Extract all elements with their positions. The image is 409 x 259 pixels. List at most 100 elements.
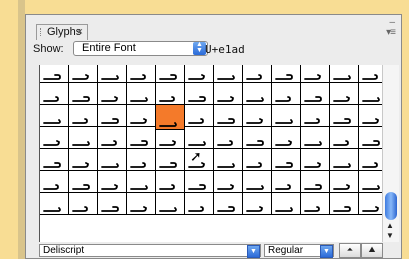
- glyph-cell[interactable]: [156, 171, 185, 193]
- glyph-cell[interactable]: [330, 127, 359, 149]
- scroll-down-arrow-icon[interactable]: ▼: [386, 231, 394, 240]
- glyph-cell[interactable]: [127, 193, 156, 215]
- glyph-cell[interactable]: [69, 193, 98, 215]
- glyph-cell[interactable]: [214, 105, 243, 127]
- glyph-cell[interactable]: [214, 65, 243, 83]
- glyph-cell[interactable]: [272, 105, 301, 127]
- vertical-scrollbar[interactable]: ▲ ▼: [382, 65, 399, 242]
- glyph-cell[interactable]: [185, 83, 214, 105]
- glyph-grid[interactable]: [39, 65, 382, 242]
- glyph-cell[interactable]: [40, 171, 69, 193]
- glyph-cell[interactable]: [301, 105, 330, 127]
- glyph-cell[interactable]: [243, 83, 272, 105]
- glyph-cell[interactable]: [301, 193, 330, 215]
- glyph-cell[interactable]: [40, 127, 69, 149]
- zoom-out-button[interactable]: ⏶: [339, 243, 361, 258]
- show-dropdown[interactable]: Entire Font ▲ ▼: [73, 41, 208, 56]
- glyph-cell[interactable]: [301, 171, 330, 193]
- glyph-swash-icon: [333, 118, 351, 124]
- glyph-cell[interactable]: [40, 193, 69, 215]
- glyph-cell[interactable]: [127, 105, 156, 127]
- glyph-cell[interactable]: [69, 105, 98, 127]
- glyph-cell[interactable]: [69, 65, 98, 83]
- glyph-cell[interactable]: [69, 127, 98, 149]
- font-style-dropdown[interactable]: Regular ▼: [264, 244, 334, 258]
- glyph-cell[interactable]: [40, 149, 69, 171]
- glyph-cell[interactable]: [243, 65, 272, 83]
- glyph-cell[interactable]: [301, 127, 330, 149]
- glyph-cell[interactable]: [301, 149, 330, 171]
- zoom-in-button[interactable]: ⛰: [361, 243, 383, 258]
- glyph-cell[interactable]: [243, 171, 272, 193]
- scroll-up-arrow-icon[interactable]: ▲: [386, 221, 394, 230]
- glyph-cell[interactable]: [272, 127, 301, 149]
- glyph-cell[interactable]: [40, 65, 69, 83]
- glyph-cell[interactable]: [127, 65, 156, 83]
- glyph-cell[interactable]: [272, 83, 301, 105]
- glyph-cell[interactable]: [272, 65, 301, 83]
- glyph-cell[interactable]: [243, 149, 272, 171]
- glyph-cell[interactable]: [243, 127, 272, 149]
- glyph-cell[interactable]: [359, 65, 382, 83]
- glyph-cell[interactable]: [98, 105, 127, 127]
- glyph-cell[interactable]: [40, 83, 69, 105]
- glyph-cell[interactable]: [243, 105, 272, 127]
- glyph-cell[interactable]: [156, 65, 185, 83]
- glyph-cell[interactable]: [359, 171, 382, 193]
- glyph-cell[interactable]: [98, 83, 127, 105]
- glyph-cell[interactable]: [185, 127, 214, 149]
- glyph-cell[interactable]: [359, 127, 382, 149]
- panel-titlebar: Glyphs × – ▾≡: [26, 15, 401, 40]
- glyph-cell[interactable]: [214, 127, 243, 149]
- font-family-dropdown[interactable]: Deliscript ▼: [39, 244, 261, 258]
- glyph-cell[interactable]: [40, 105, 69, 127]
- glyph-cell[interactable]: [69, 171, 98, 193]
- glyph-cell[interactable]: [69, 149, 98, 171]
- glyph-cell[interactable]: [330, 149, 359, 171]
- tab-glyphs[interactable]: Glyphs ×: [36, 24, 88, 40]
- glyph-cell[interactable]: [185, 105, 214, 127]
- glyph-cell[interactable]: [69, 83, 98, 105]
- glyph-cell[interactable]: [156, 83, 185, 105]
- glyph-cell[interactable]: [156, 193, 185, 215]
- glyph-cell[interactable]: [127, 149, 156, 171]
- glyph-cell[interactable]: [156, 149, 185, 171]
- glyph-cell[interactable]: [98, 193, 127, 215]
- glyph-cell[interactable]: [359, 105, 382, 127]
- glyph-cell[interactable]: [98, 171, 127, 193]
- panel-menu-icon[interactable]: ▾≡: [386, 27, 396, 38]
- glyph-cell[interactable]: [98, 127, 127, 149]
- glyph-cell[interactable]: [185, 171, 214, 193]
- glyph-cell[interactable]: [214, 83, 243, 105]
- glyph-cell[interactable]: [156, 127, 185, 149]
- glyph-cell[interactable]: [359, 149, 382, 171]
- glyph-swash-icon: [217, 96, 234, 102]
- close-icon[interactable]: ×: [77, 26, 83, 38]
- scroll-thumb[interactable]: [385, 192, 397, 220]
- glyph-cell[interactable]: [301, 83, 330, 105]
- glyph-cell[interactable]: [330, 193, 359, 215]
- glyph-cell[interactable]: [301, 65, 330, 83]
- glyph-cell[interactable]: [272, 171, 301, 193]
- glyph-cell[interactable]: [243, 193, 272, 215]
- glyph-cell[interactable]: [272, 193, 301, 215]
- glyph-cell[interactable]: [185, 65, 214, 83]
- glyph-cell[interactable]: [127, 127, 156, 149]
- glyph-cell[interactable]: [359, 83, 382, 105]
- dropdown-arrow-icon: ▼: [320, 245, 333, 258]
- glyph-cell[interactable]: [330, 171, 359, 193]
- glyph-cell[interactable]: [272, 149, 301, 171]
- glyph-cell[interactable]: [330, 83, 359, 105]
- glyph-cell[interactable]: [330, 65, 359, 83]
- glyph-cell[interactable]: [127, 171, 156, 193]
- glyph-cell[interactable]: [98, 149, 127, 171]
- grip-icon[interactable]: [40, 28, 43, 36]
- glyph-cell[interactable]: [359, 193, 382, 215]
- glyph-cell[interactable]: [98, 65, 127, 83]
- glyph-cell[interactable]: [214, 193, 243, 215]
- glyph-cell[interactable]: [185, 193, 214, 215]
- glyph-cell[interactable]: [214, 149, 243, 171]
- glyph-cell[interactable]: [214, 171, 243, 193]
- glyph-cell[interactable]: [330, 105, 359, 127]
- glyph-cell[interactable]: [127, 83, 156, 105]
